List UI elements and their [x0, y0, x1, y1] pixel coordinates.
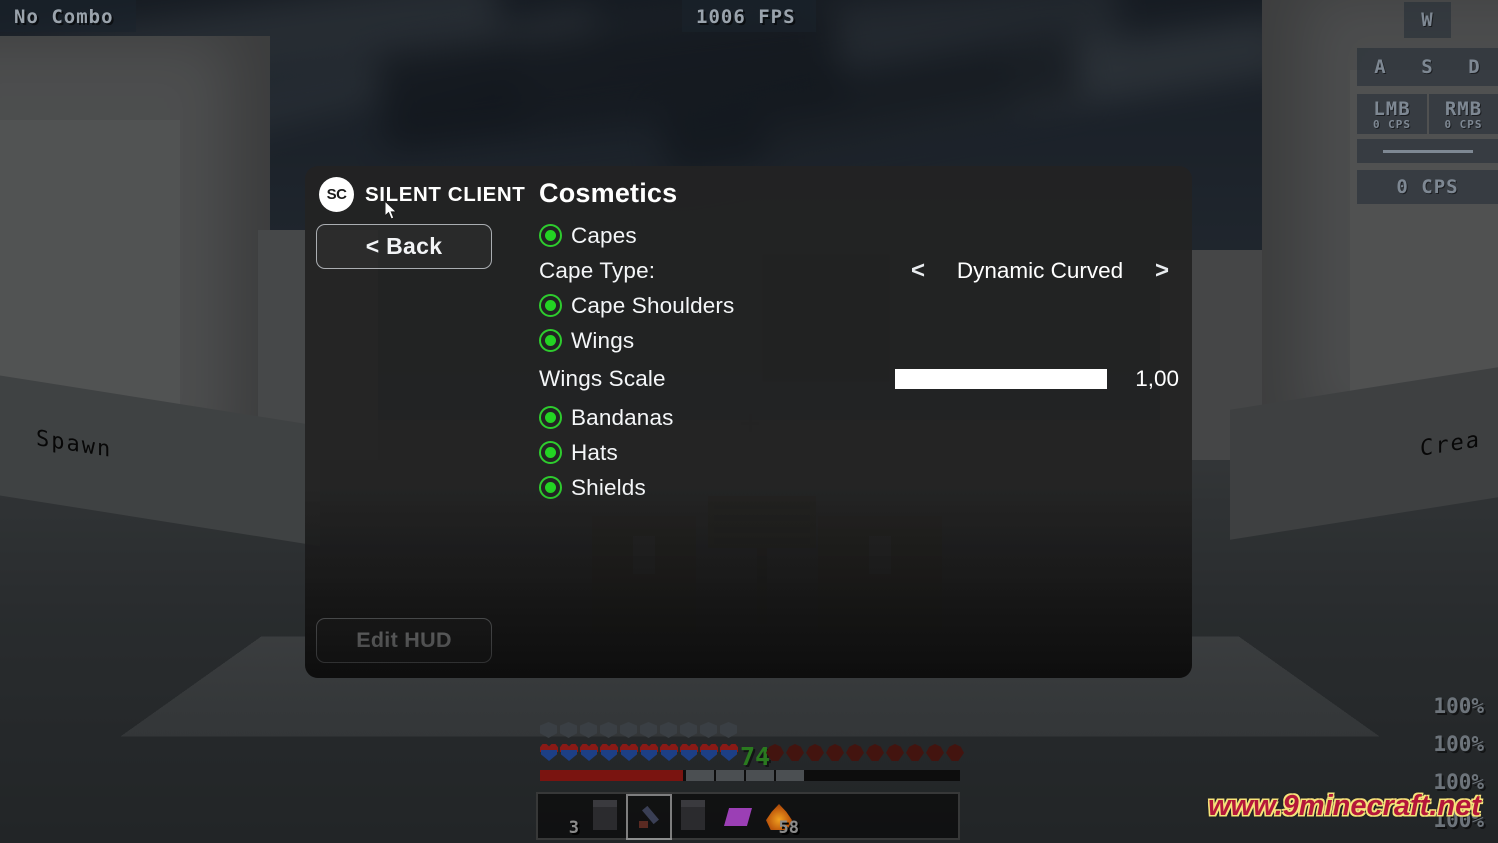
wings-scale-control[interactable]: 1,00 — [895, 358, 1179, 400]
keystroke-cps: 0 CPS — [1444, 118, 1482, 131]
keystroke-label: A — [1374, 56, 1386, 78]
player-status-hud: 74 3 58 — [536, 722, 964, 843]
setting-row-shields[interactable]: Shields — [539, 470, 1179, 505]
hotbar-slot[interactable] — [804, 796, 846, 838]
page-title: Cosmetics — [539, 178, 677, 209]
keystroke-a: A — [1357, 48, 1404, 86]
combo-counter-label: No Combo — [14, 6, 114, 28]
armor-durability-chestplate: 100% — [1433, 732, 1484, 756]
label-bandanas: Bandanas — [571, 405, 674, 431]
cps-counter-label: 0 CPS — [1396, 176, 1458, 198]
label-shields: Shields — [571, 475, 646, 501]
setting-row-cape-type[interactable]: Cape Type: < Dynamic Curved > — [539, 253, 1179, 288]
toggle-bandanas[interactable] — [539, 406, 562, 429]
slider-fill — [895, 369, 1107, 389]
keystroke-d: D — [1451, 48, 1498, 86]
label-wings: Wings — [571, 328, 634, 354]
hotbar-slot[interactable] — [672, 796, 714, 838]
purple-item-icon — [724, 808, 752, 826]
keystroke-lmb: LMB 0 CPS — [1357, 94, 1427, 134]
block-item-icon — [593, 806, 617, 830]
keystroke-s: S — [1404, 48, 1451, 86]
label-hats: Hats — [571, 440, 618, 466]
cape-type-selector[interactable]: < Dynamic Curved > — [901, 253, 1179, 288]
toggle-cape-shoulders[interactable] — [539, 294, 562, 317]
next-arrow-icon[interactable]: > — [1145, 257, 1179, 285]
health-bar — [540, 744, 738, 761]
toggle-wings[interactable] — [539, 329, 562, 352]
keystroke-space — [1357, 139, 1498, 163]
hotbar-slot[interactable] — [848, 796, 890, 838]
brand: SC SILENT CLIENT — [319, 177, 525, 212]
hotbar-item-count: 3 — [569, 818, 579, 838]
keystroke-rmb: RMB 0 CPS — [1429, 94, 1498, 134]
armor-bar — [540, 722, 737, 738]
cps-counter: 0 CPS — [1357, 170, 1498, 204]
keystroke-label: D — [1468, 56, 1480, 78]
silent-client-logo-icon: SC — [319, 177, 354, 212]
silent-client-menu-panel: SC SILENT CLIENT < Back Edit HUD Cosmeti… — [305, 166, 1192, 678]
hotbar[interactable]: 3 58 — [536, 792, 960, 840]
experience-bar — [540, 770, 960, 781]
setting-row-cape-shoulders[interactable]: Cape Shoulders — [539, 288, 1179, 323]
back-button[interactable]: < Back — [316, 224, 492, 269]
hotbar-slot[interactable] — [716, 796, 758, 838]
hotbar-slot[interactable]: 3 — [540, 796, 582, 838]
hotbar-slot-selected[interactable] — [628, 796, 670, 838]
fps-counter: 1006 FPS — [682, 0, 816, 32]
hotbar-slot[interactable]: 58 — [760, 796, 802, 838]
game-screenshot: Spawn Crea No Combo 1006 FPS W A S D — [0, 0, 1498, 843]
label-wings-scale: Wings Scale — [539, 366, 666, 392]
watermark: www.9minecraft.net — [1208, 790, 1481, 823]
keystroke-label: RMB — [1445, 98, 1482, 120]
armor-durability-helmet: 100% — [1433, 694, 1484, 718]
edit-hud-button[interactable]: Edit HUD — [316, 618, 492, 663]
keystroke-label: LMB — [1373, 98, 1410, 120]
combo-counter: No Combo — [0, 0, 136, 32]
setting-row-bandanas[interactable]: Bandanas — [539, 400, 1179, 435]
sword-item-icon — [636, 804, 662, 830]
setting-row-capes[interactable]: Capes — [539, 218, 1179, 253]
label-cape-type: Cape Type: — [539, 258, 655, 284]
keystroke-label: W — [1421, 9, 1433, 31]
fps-counter-label: 1006 FPS — [696, 6, 796, 28]
toggle-shields[interactable] — [539, 476, 562, 499]
settings-list: Capes Cape Type: < Dynamic Curved > Cape… — [539, 218, 1179, 505]
prev-arrow-icon[interactable]: < — [901, 257, 935, 285]
space-bar-glyph — [1383, 150, 1473, 153]
setting-row-hats[interactable]: Hats — [539, 435, 1179, 470]
label-capes: Capes — [571, 223, 637, 249]
cape-type-value: Dynamic Curved — [935, 258, 1145, 284]
hotbar-slot[interactable] — [892, 796, 934, 838]
label-cape-shoulders: Cape Shoulders — [571, 293, 734, 319]
keystroke-w: W — [1404, 2, 1451, 38]
wings-scale-value: 1,00 — [1123, 366, 1179, 392]
hotbar-slot[interactable] — [584, 796, 626, 838]
toggle-capes[interactable] — [539, 224, 562, 247]
wings-scale-slider[interactable] — [895, 369, 1107, 389]
block-item-icon — [681, 806, 705, 830]
toggle-hats[interactable] — [539, 441, 562, 464]
keystroke-cps: 0 CPS — [1373, 118, 1411, 131]
setting-row-wings-scale[interactable]: Wings Scale 1,00 — [539, 358, 1179, 400]
keystroke-label: S — [1421, 56, 1433, 78]
setting-row-wings[interactable]: Wings — [539, 323, 1179, 358]
hotbar-item-count: 58 — [779, 818, 799, 838]
hunger-bar — [766, 744, 964, 761]
mouse-cursor-icon — [385, 201, 398, 220]
